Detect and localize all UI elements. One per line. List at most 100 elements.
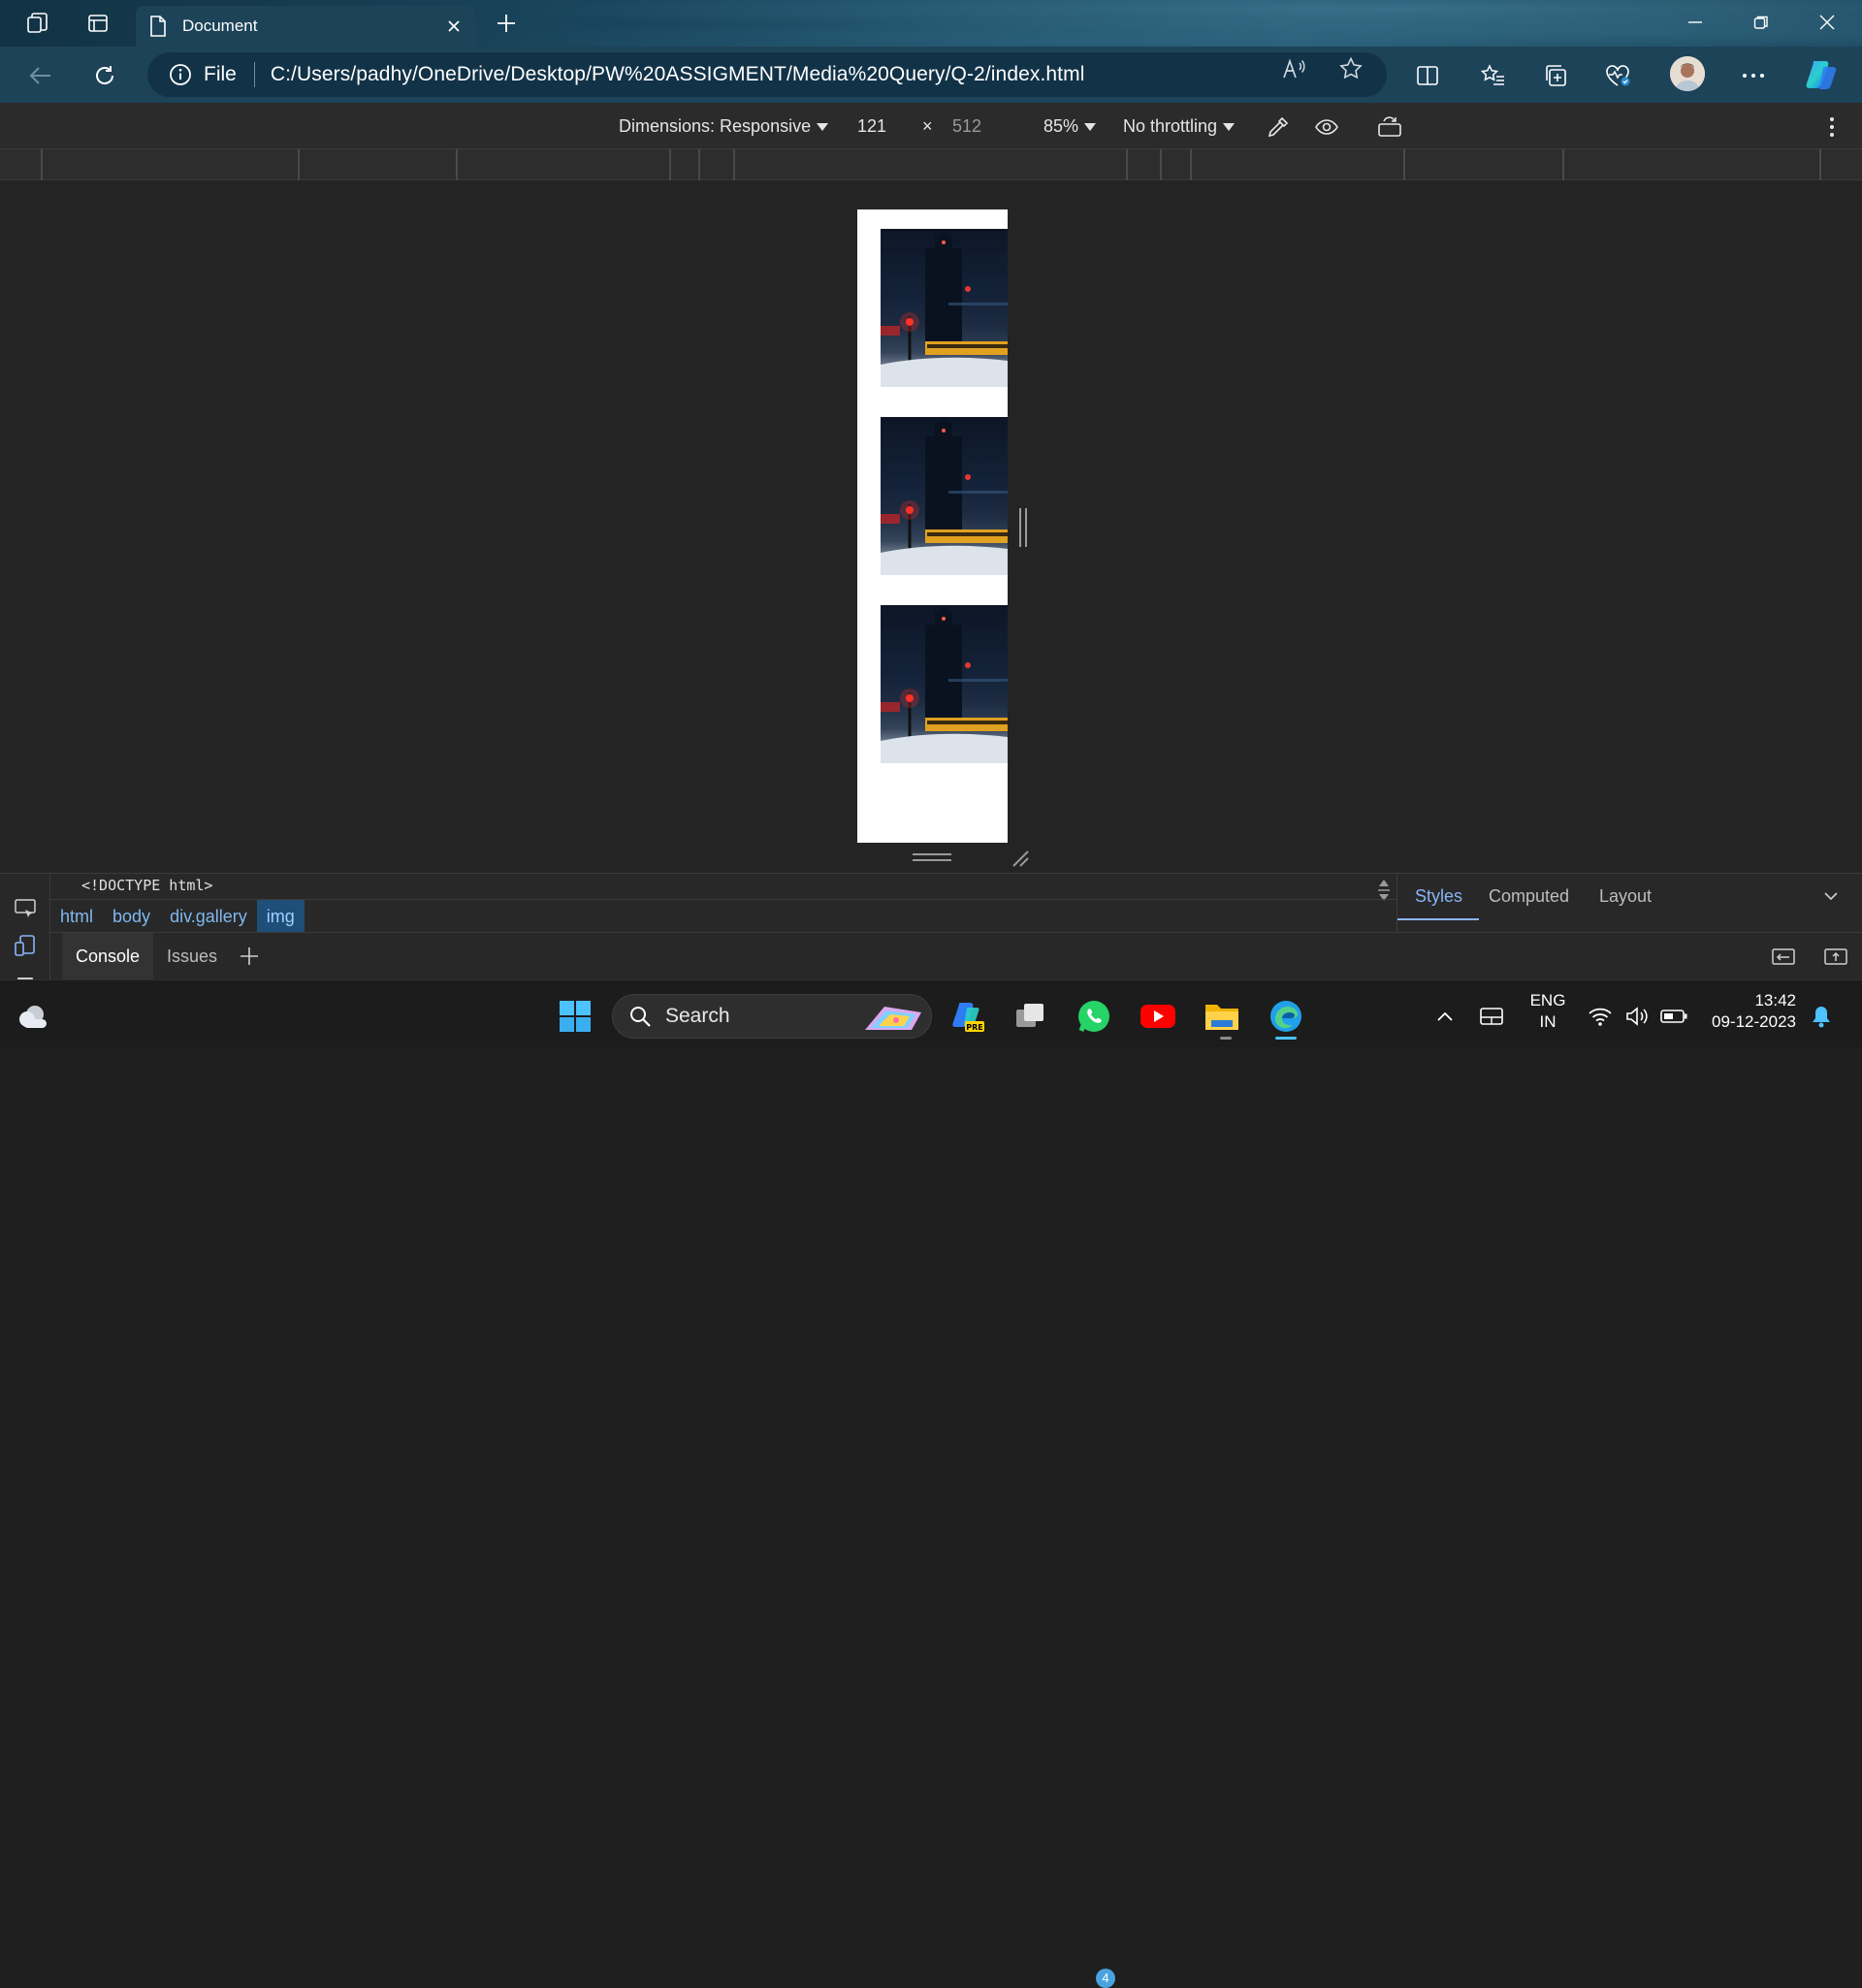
zoom-value: 85%	[1043, 116, 1079, 136]
device-emulation-icon[interactable]	[12, 932, 39, 959]
device-toolbar: Dimensions: Responsive 121 × 512 85% No …	[0, 103, 1862, 149]
gallery-image-2[interactable]	[881, 417, 1008, 575]
battery-icon[interactable]	[1654, 997, 1693, 1036]
copilot-pre-icon[interactable]: PRE	[948, 997, 987, 1036]
youtube-icon[interactable]	[1139, 997, 1177, 1036]
resize-handle-right[interactable]	[1019, 508, 1027, 547]
media-query-marker[interactable]	[733, 149, 735, 180]
chevron-down-icon	[1084, 122, 1097, 131]
start-button[interactable]	[556, 997, 594, 1036]
search-label: Search	[665, 1005, 730, 1027]
workspaces-icon[interactable]	[23, 9, 52, 38]
file-explorer-icon[interactable]	[1203, 997, 1241, 1036]
tab-issues[interactable]: Issues	[153, 933, 231, 980]
zoom-dropdown[interactable]: 85%	[1043, 116, 1097, 137]
search-icon	[628, 1005, 652, 1028]
wifi-icon[interactable]	[1581, 997, 1620, 1036]
close-tab-icon[interactable]	[446, 18, 462, 34]
resize-handle-corner[interactable]	[1011, 849, 1030, 868]
weather-icon[interactable]	[14, 997, 52, 1036]
media-query-marker[interactable]	[1190, 149, 1192, 180]
tab-computed[interactable]: Computed	[1489, 886, 1569, 907]
viewport-height-input[interactable]: 512	[952, 116, 981, 137]
media-query-marker[interactable]	[1562, 149, 1564, 180]
browser-essentials-icon[interactable]	[1600, 58, 1635, 93]
region-indicator[interactable]: IN	[1526, 1012, 1569, 1032]
rotate-device-icon[interactable]	[1375, 112, 1404, 142]
more-options-icon[interactable]	[1817, 112, 1846, 142]
read-aloud-icon[interactable]	[1280, 54, 1309, 83]
tab-styles[interactable]: Styles	[1415, 886, 1462, 907]
restore-button[interactable]	[1728, 0, 1794, 45]
media-query-marker[interactable]	[1819, 149, 1821, 180]
gallery-image-1[interactable]	[881, 229, 1008, 387]
drawer-tab-bar: Console Issues	[50, 932, 1862, 980]
url-scheme-label: File	[204, 63, 237, 85]
breadcrumb-div-gallery[interactable]: div.gallery	[160, 900, 257, 933]
edge-browser-icon[interactable]	[1267, 997, 1305, 1036]
settings-more-icon[interactable]	[1736, 58, 1771, 93]
close-window-button[interactable]	[1794, 0, 1860, 45]
media-query-marker[interactable]	[1403, 149, 1405, 180]
media-query-marker[interactable]	[1160, 149, 1162, 180]
inspect-element-icon[interactable]	[12, 895, 39, 922]
breadcrumb-html[interactable]: html	[50, 900, 103, 933]
media-query-bar[interactable]	[0, 149, 1862, 180]
eyedropper-icon[interactable]	[1264, 112, 1293, 142]
chevron-up-icon[interactable]	[1426, 997, 1464, 1036]
media-query-marker[interactable]	[1126, 149, 1128, 180]
tab-strip: Document	[0, 0, 1862, 47]
favorite-star-icon[interactable]	[1336, 54, 1365, 83]
minimize-button[interactable]	[1662, 0, 1728, 45]
task-view-icon[interactable]	[1011, 997, 1049, 1036]
media-query-marker[interactable]	[698, 149, 700, 180]
vision-deficiency-icon[interactable]	[1312, 112, 1341, 142]
tab-document[interactable]: Document	[136, 6, 475, 47]
breadcrumb-img[interactable]: img	[256, 899, 305, 933]
volume-icon[interactable]	[1618, 997, 1656, 1036]
tab-actions-icon[interactable]	[83, 9, 112, 38]
clock-time[interactable]: 13:42	[1718, 991, 1796, 1010]
collections-icon[interactable]	[1538, 58, 1573, 93]
chevron-down-icon	[817, 122, 829, 131]
notification-bell-icon[interactable]	[1802, 997, 1841, 1036]
favorites-icon[interactable]	[1476, 58, 1511, 93]
tab-console[interactable]: Console	[62, 933, 154, 980]
viewport-width-input[interactable]: 121	[857, 116, 886, 137]
dom-doctype-node[interactable]: <!DOCTYPE html>	[81, 877, 212, 894]
split-screen-icon[interactable]	[1410, 58, 1445, 93]
dimensions-dropdown[interactable]: Dimensions: Responsive	[619, 116, 829, 137]
media-query-marker[interactable]	[669, 149, 671, 180]
language-indicator[interactable]: ENG	[1526, 991, 1569, 1010]
undock-drawer-icon[interactable]	[1823, 946, 1848, 967]
taskbar-search-input[interactable]: Search	[612, 994, 932, 1039]
whatsapp-notification-badge: 4	[1096, 1969, 1115, 1988]
profile-avatar[interactable]	[1670, 56, 1705, 91]
add-tab-icon[interactable]	[239, 946, 260, 967]
viewport-height-value: 512	[952, 116, 982, 136]
copilot-icon[interactable]	[1804, 57, 1839, 92]
new-tab-button[interactable]	[493, 10, 520, 37]
scheme-divider	[253, 62, 255, 87]
back-button[interactable]	[23, 58, 58, 93]
media-query-marker[interactable]	[456, 149, 458, 180]
svg-text:PRE: PRE	[966, 1023, 983, 1032]
resize-handle-bottom[interactable]	[913, 853, 951, 861]
throttling-dropdown[interactable]: No throttling	[1123, 116, 1236, 137]
tab-layout[interactable]: Layout	[1599, 886, 1652, 907]
chevron-down-icon[interactable]	[1823, 891, 1839, 901]
site-info-icon[interactable]	[169, 63, 192, 86]
gallery-image-3[interactable]	[881, 605, 1008, 763]
breadcrumb-body[interactable]: body	[103, 900, 160, 933]
active-tab-indicator	[1397, 918, 1479, 920]
media-query-marker[interactable]	[298, 149, 300, 180]
keyboard-layout-icon[interactable]	[1472, 997, 1511, 1036]
whatsapp-icon[interactable]	[1075, 997, 1113, 1036]
times-label: ×	[922, 116, 933, 136]
dock-drawer-icon[interactable]	[1771, 946, 1796, 967]
refresh-button[interactable]	[87, 58, 122, 93]
clock-date[interactable]: 09-12-2023	[1703, 1012, 1796, 1032]
url-text[interactable]: C:/Users/padhy/OneDrive/Desktop/PW%20ASS…	[271, 63, 1085, 86]
media-query-marker[interactable]	[41, 149, 43, 180]
address-bar[interactable]: File C:/Users/padhy/OneDrive/Desktop/PW%…	[147, 52, 1387, 97]
